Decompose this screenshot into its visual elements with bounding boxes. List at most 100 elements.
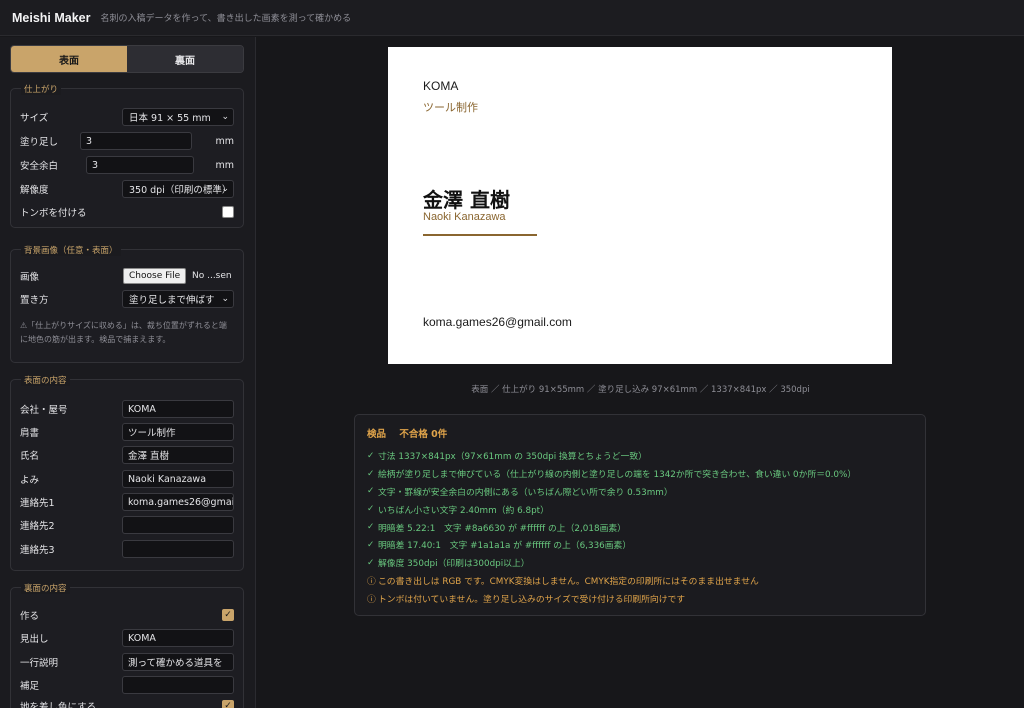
back-make-row: 作る ✓ [20,605,234,625]
contact2-input[interactable] [122,516,234,534]
extra-input[interactable] [122,676,234,694]
safe-unit: mm [215,159,234,171]
make-back-label: 作る [20,611,40,622]
crop-marks-checkbox[interactable] [222,206,234,218]
file-name: No ...sen [192,271,232,281]
title-input[interactable]: ツール制作 [122,423,234,441]
back-field-row: 見出し KOMA [20,628,234,648]
contact1-label: 連絡先1 [20,498,55,509]
front-field-row: 連絡先3 [20,539,234,559]
company-label: 会社・屋号 [20,405,68,416]
front-field-row: 連絡先1 koma.games26@gmail.com [20,492,234,512]
inspection-item-text: トンボは付いていません。塗り足し込みのサイズで受け付ける印刷所向けです [378,594,686,605]
title-label: 肩書 [20,428,40,439]
front-legend: 表面の内容 [21,374,70,386]
chevron-down-icon: ⌄ [221,294,229,304]
size-select[interactable]: 日本 91 × 55 mm ⌄ [122,108,234,126]
reading-label: よみ [20,475,40,486]
inspection-result: 不合格 0件 [399,429,448,440]
inspection-title: 検品 [367,429,387,440]
dpi-label: 解像度 [20,185,49,196]
image-label: 画像 [20,272,40,283]
oneline-input[interactable]: 測って確かめる道具を [122,653,234,671]
inspection-header: 検品 不合格 0件 [367,426,457,440]
background-note: ⚠「仕上がりサイズに収める」は、裁ち位置がずれると端に地色の筋が出ます。検品で捕… [20,321,227,344]
image-row: 画像 Choose File No ...sen [20,266,234,286]
name-label: 氏名 [20,451,40,462]
contact3-input[interactable] [122,540,234,558]
card-name: 金澤 直樹 [423,188,510,212]
placement-label: 置き方 [20,295,49,306]
card-contact: koma.games26@gmail.com [423,315,572,329]
back-legend: 裏面の内容 [21,582,70,594]
inspection-item-text: 明暗差 17.40:1 文字 #1a1a1a が #ffffff の上（6,33… [378,541,632,552]
card-title: ツール制作 [423,101,478,114]
check-icon: ✓ [367,504,375,515]
front-content-panel: 表面の内容 会社・屋号 KOMA 肩書 ツール制作 氏名 金澤 直樹 よみ Na… [10,374,244,571]
safe-label: 安全余白 [20,161,59,172]
inspection-item: ✓ 明暗差 5.22:1 文字 #8a6630 が #ffffff の上（2,01… [367,518,856,536]
accent-checkbox[interactable]: ✓ [222,700,234,708]
name-input[interactable]: 金澤 直樹 [122,446,234,464]
app-subtitle: 名刺の入稿データを作って、書き出した画素を測って確かめる [100,14,352,24]
card-company: KOMA [423,79,459,93]
back-field-row: 補足 [20,675,234,695]
info-icon: ⓘ [367,594,376,605]
heading-label: 見出し [20,634,49,645]
background-legend: 背景画像（任意・表面） [21,244,121,256]
tab-front[interactable]: 表面 [11,46,127,72]
front-field-row: 会社・屋号 KOMA [20,399,234,419]
finish-panel: 仕上がり サイズ 日本 91 × 55 mm ⌄ 塗り足し 3 mm 安全余白 … [10,83,244,228]
make-back-checkbox[interactable]: ✓ [222,609,234,621]
inspection-item-text: 寸法 1337×841px（97×61mm の 350dpi 換算とちょうど一致… [378,452,647,463]
front-field-row: 氏名 金澤 直樹 [20,445,234,465]
preview-caption: 表面 ／ 仕上がり 91×55mm ／ 塗り足し込み 97×61mm ／ 133… [471,385,810,395]
back-content-panel: 裏面の内容 作る ✓ 見出し KOMA 一行説明 測って確かめる道具を 補足 地… [10,582,244,708]
placement-row: 置き方 塗り足しまで伸ばす ⌄ [20,289,234,309]
card-reading: Naoki Kanazawa [423,211,506,223]
chevron-down-icon: ⌄ [221,184,229,194]
tab-back[interactable]: 裏面 [127,46,243,72]
inspection-item: ✓ いちばん小さい文字 2.40mm（約 6.8pt） [367,500,856,518]
inspection-item-text: この書き出しは RGB です。CMYK変換はしません。CMYK指定の印刷所にはそ… [378,576,759,587]
inspection-item: ✓ 絵柄が塗り足しまで伸びている（仕上がり線の内側と塗り足しの端を 1342か所で… [367,465,856,483]
check-icon: ✓ [367,539,375,550]
inspection-panel: 検品 不合格 0件 ✓ 寸法 1337×841px（97×61mm の 350dp… [354,414,926,616]
finish-legend: 仕上がり [21,83,62,95]
inspection-list: ✓ 寸法 1337×841px（97×61mm の 350dpi 換算とちょうど一… [367,447,856,607]
check-icon: ✓ [367,522,375,533]
inspection-item: ⓘ この書き出しは RGB です。CMYK変換はしません。CMYK指定の印刷所には… [367,572,856,590]
inspection-item: ⓘ トンボは付いていません。塗り足し込みのサイズで受け付ける印刷所向けです [367,589,856,607]
inspection-item: ✓ 明暗差 17.40:1 文字 #1a1a1a が #ffffff の上（6,3… [367,536,856,554]
crop-row: トンボを付ける [20,202,234,222]
dpi-row: 解像度 350 dpi（印刷の標準） ⌄ [20,179,234,199]
contact1-input[interactable]: koma.games26@gmail.com [122,493,234,511]
inspection-item-text: 文字・罫線が安全余白の内側にある（いちばん際どい所で余り 0.53mm） [378,487,673,498]
info-icon: ⓘ [367,576,376,587]
check-icon: ✓ [367,557,375,568]
side-tabs: 表面 裏面 [10,45,244,73]
background-panel: 背景画像（任意・表面） 画像 Choose File No ...sen 置き方… [10,244,244,363]
size-row: サイズ 日本 91 × 55 mm ⌄ [20,107,234,127]
dpi-select[interactable]: 350 dpi（印刷の標準） ⌄ [122,180,234,198]
inspection-item: ✓ 文字・罫線が安全余白の内側にある（いちばん際どい所で余り 0.53mm） [367,483,856,501]
placement-select[interactable]: 塗り足しまで伸ばす ⌄ [122,290,234,308]
front-field-row: よみ Naoki Kanazawa [20,469,234,489]
accent-label: 地を差し色にする [20,702,97,708]
bleed-input[interactable]: 3 [80,132,192,150]
company-input[interactable]: KOMA [122,400,234,418]
check-icon: ✓ [367,450,375,461]
size-label: サイズ [20,113,49,124]
inspection-item-text: 明暗差 5.22:1 文字 #8a6630 が #ffffff の上（2,018… [378,523,626,534]
chevron-down-icon: ⌄ [221,112,229,122]
crop-label: トンボを付ける [20,208,87,219]
reading-input[interactable]: Naoki Kanazawa [122,470,234,488]
contact3-label: 連絡先3 [20,545,55,556]
bleed-row: 塗り足し 3 mm [20,131,234,151]
safe-margin-input[interactable]: 3 [86,156,194,174]
choose-file-button[interactable]: Choose File [123,268,187,284]
heading-input[interactable]: KOMA [122,629,234,647]
settings-sidebar: 表面 裏面 仕上がり サイズ 日本 91 × 55 mm ⌄ 塗り足し 3 mm… [0,37,256,708]
check-icon: ✓ [367,486,375,497]
top-bar: Meishi Maker 名刺の入稿データを作って、書き出した画素を測って確かめ… [0,0,1024,36]
